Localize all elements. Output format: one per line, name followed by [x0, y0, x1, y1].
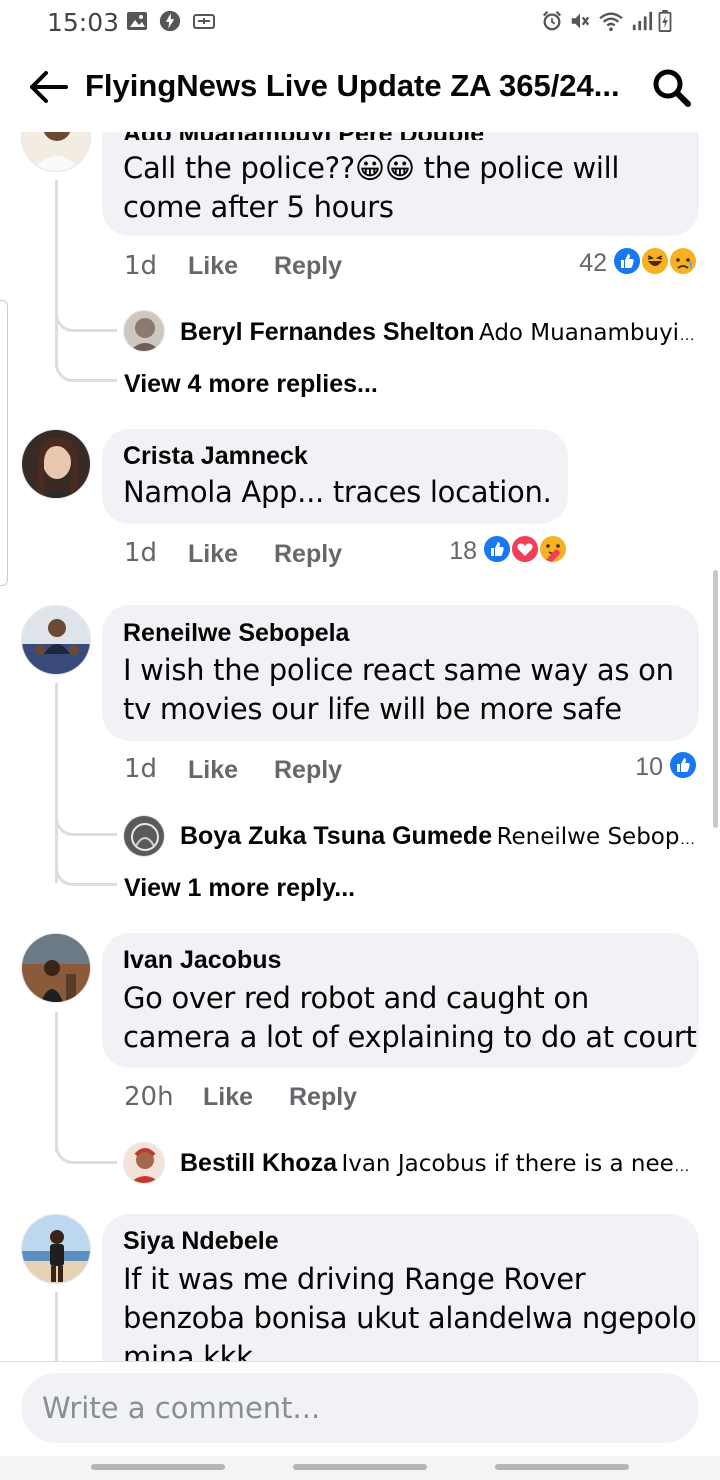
sad-reaction-icon [668, 246, 698, 276]
reply-preview[interactable]: Beryl Fernandes Shelton Ado Muanambuyi..… [180, 318, 700, 347]
reply-preview[interactable]: Bestill Khoza Ivan Jacobus if there is a… [180, 1149, 700, 1178]
avatar[interactable] [21, 132, 91, 172]
comment-text: come after 5 hours [123, 190, 394, 224]
comment-bubble[interactable]: Ado Muanambuyi Pere Double Call the poli… [102, 132, 699, 236]
like-button[interactable]: Like [188, 756, 238, 785]
messenger-icon [159, 10, 181, 32]
reply-author[interactable]: Boya Zuka Tsuna Gumede [180, 822, 492, 850]
mute-icon [571, 13, 590, 29]
reply-author[interactable]: Beryl Fernandes Shelton [180, 318, 475, 346]
status-time: 15:03 [47, 8, 120, 37]
page-title: FlyingNews Live Update ZA 365/24... [85, 68, 620, 103]
reply-author[interactable]: Bestill Khoza [180, 1149, 337, 1177]
comment-time: 1d [124, 754, 158, 784]
thread-branch [55, 292, 117, 332]
comment-text: tv movies our life will be more safe [123, 692, 622, 726]
comments-feed[interactable]: Ado Muanambuyi Pere Double Call the poli… [0, 132, 720, 1361]
reply-preview-text: Reneilwe Sebop... [496, 824, 700, 850]
view-more-replies-button[interactable]: View 1 more reply... [124, 874, 355, 903]
comment-input[interactable] [21, 1373, 699, 1443]
like-reaction-icon [668, 750, 698, 780]
reaction-count[interactable]: 18 [430, 537, 477, 566]
reply-button[interactable]: Reply [274, 540, 342, 569]
back-arrow-icon[interactable] [26, 64, 72, 110]
comment-author[interactable]: Crista Jamneck [123, 442, 308, 471]
haha-reaction-icon [640, 246, 670, 276]
like-reaction-icon [482, 534, 512, 564]
care-reaction-icon [538, 534, 568, 564]
nav-home-button[interactable] [293, 1464, 427, 1470]
view-more-replies-button[interactable]: View 4 more replies... [124, 370, 378, 399]
reply-button[interactable]: Reply [274, 756, 342, 785]
reactions-icon[interactable] [482, 534, 570, 564]
comment-text: If it was me driving Range Rover [123, 1262, 586, 1296]
thread-line [55, 1292, 58, 1361]
avatar[interactable] [123, 1142, 165, 1184]
reaction-count[interactable]: 42 [560, 249, 607, 278]
reply-preview-text: Ado Muanambuyi... [478, 320, 700, 346]
alarm-icon [542, 11, 562, 31]
comment-text: Call the police??😀😀 the police will [123, 151, 620, 185]
comment-text: camera a lot of explaining to do at cour… [123, 1020, 697, 1054]
nav-recent-button[interactable] [91, 1464, 225, 1470]
like-button[interactable]: Like [188, 252, 238, 281]
edge-panel-handle[interactable] [0, 300, 8, 586]
thread-branch [55, 836, 117, 886]
comment-bubble[interactable]: Crista Jamneck Namola App... traces loca… [102, 429, 568, 524]
header: FlyingNews Live Update ZA 365/24... [0, 44, 720, 132]
signal-icon [632, 11, 653, 31]
comment-text: mina kkk [123, 1340, 253, 1361]
avatar[interactable] [21, 1214, 91, 1284]
like-button[interactable]: Like [188, 540, 238, 569]
comment-bubble[interactable]: Ivan Jacobus Go over red robot and caugh… [102, 933, 699, 1068]
comment-text: Namola App... traces location. [123, 475, 552, 509]
reply-preview-text: Ivan Jacobus if there is a need... [341, 1151, 700, 1177]
comment-author[interactable]: Ado Muanambuyi Pere Double [123, 132, 484, 140]
comment-text: benzoba bonisa ukut alandelwa ngepolo [123, 1301, 697, 1335]
comment-time: 1d [124, 251, 158, 281]
status-bar: 15:03 [0, 0, 720, 44]
avatar[interactable] [21, 933, 91, 1003]
battery-charging-icon [658, 10, 672, 32]
download-box-icon [193, 14, 215, 29]
reactions-icon[interactable] [612, 246, 700, 276]
thread-branch [55, 1122, 117, 1164]
reaction-count[interactable]: 10 [616, 753, 663, 782]
scrollbar[interactable] [713, 570, 718, 828]
comment-author[interactable]: Siya Ndebele [123, 1227, 279, 1256]
search-icon[interactable] [650, 66, 694, 110]
avatar[interactable] [123, 310, 165, 352]
reply-preview[interactable]: Boya Zuka Tsuna Gumede Reneilwe Sebop... [180, 822, 700, 851]
comment-time: 1d [124, 538, 158, 568]
system-nav-bar [0, 1456, 720, 1480]
comment-text: Go over red robot and caught on [123, 981, 589, 1015]
comment-time: 20h [124, 1082, 174, 1112]
nav-back-button[interactable] [495, 1464, 629, 1470]
like-reaction-icon [612, 246, 642, 276]
reply-button[interactable]: Reply [289, 1083, 357, 1112]
thread-branch [55, 796, 117, 836]
love-reaction-icon [510, 534, 540, 564]
like-button[interactable]: Like [203, 1083, 253, 1112]
avatar[interactable] [21, 429, 91, 499]
comment-text: I wish the police react same way as on [123, 653, 674, 687]
reactions-icon[interactable] [668, 750, 700, 780]
comment-author[interactable]: Reneilwe Sebopela [123, 619, 349, 648]
reply-button[interactable]: Reply [274, 252, 342, 281]
avatar[interactable] [21, 605, 91, 675]
thread-branch [55, 332, 117, 382]
comment-composer [0, 1361, 720, 1457]
image-icon [127, 12, 147, 30]
wifi-icon [599, 12, 623, 32]
comment-author[interactable]: Ivan Jacobus [123, 946, 281, 975]
avatar[interactable] [123, 815, 165, 857]
comment-bubble[interactable]: Siya Ndebele If it was me driving Range … [102, 1214, 699, 1361]
comment-bubble[interactable]: Reneilwe Sebopela I wish the police reac… [102, 605, 699, 741]
